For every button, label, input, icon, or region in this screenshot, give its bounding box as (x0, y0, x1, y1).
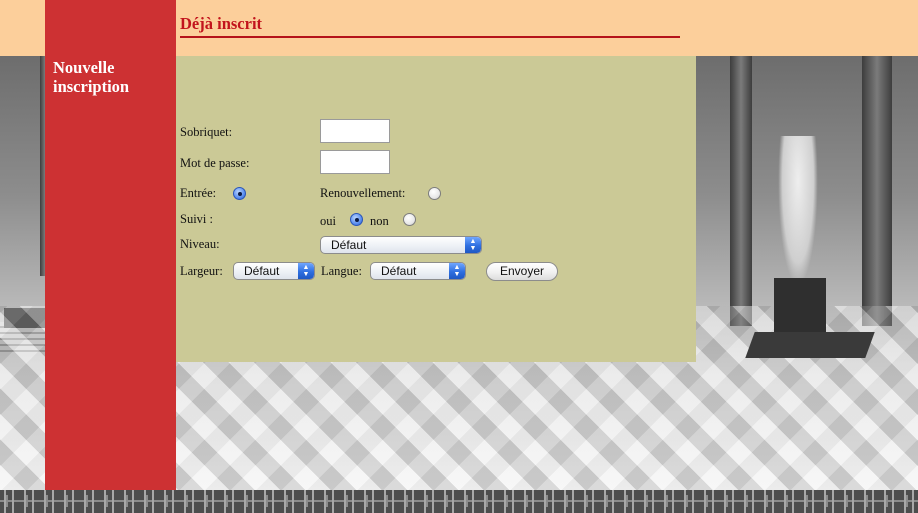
entry-label: Entrée: (180, 186, 217, 200)
follow-yes-radio[interactable] (350, 213, 363, 226)
language-select-value: Défaut (381, 264, 417, 278)
width-select-value: Défaut (244, 264, 280, 278)
login-form-panel (176, 56, 696, 362)
chevron-updown-icon: ▲ ▼ (449, 263, 465, 279)
nickname-label: Sobriquet: (180, 125, 233, 139)
language-select[interactable]: Défaut ▲ ▼ (370, 262, 466, 280)
renewal-radio[interactable] (428, 187, 441, 200)
language-label: Langue: (321, 264, 362, 278)
width-select[interactable]: Défaut ▲ ▼ (233, 262, 315, 280)
statue-pedestal (774, 278, 826, 338)
renewal-label: Renouvellement: (320, 186, 406, 200)
greek-key-pattern (0, 495, 918, 507)
width-label: Largeur: (180, 264, 223, 278)
follow-no-radio[interactable] (403, 213, 416, 226)
chevron-updown-icon: ▲ ▼ (465, 237, 481, 253)
follow-label: Suivi : (180, 212, 213, 226)
level-select-value: Défaut (331, 238, 367, 252)
password-label: Mot de passe: (180, 156, 250, 170)
level-select[interactable]: Défaut ▲ ▼ (320, 236, 482, 254)
greek-key-border (0, 490, 918, 513)
follow-no-label: non (370, 214, 389, 228)
submit-button[interactable]: Envoyer (486, 262, 558, 281)
entry-radio[interactable] (233, 187, 246, 200)
nickname-input[interactable] (320, 119, 390, 143)
follow-yes-label: oui (320, 214, 336, 228)
password-input[interactable] (320, 150, 390, 174)
hall-bench-right (745, 332, 875, 358)
header-rule (180, 36, 680, 38)
chevron-updown-icon: ▲ ▼ (298, 263, 314, 279)
statue (778, 136, 818, 286)
hall-column-1 (730, 56, 752, 326)
hall-column-2 (862, 56, 892, 326)
sidebar: Nouvelle inscription (45, 0, 176, 490)
new-registration-link[interactable]: Nouvelle inscription (53, 58, 173, 96)
already-registered-title[interactable]: Déjà inscrit (180, 14, 262, 34)
level-label: Niveau: (180, 237, 220, 251)
